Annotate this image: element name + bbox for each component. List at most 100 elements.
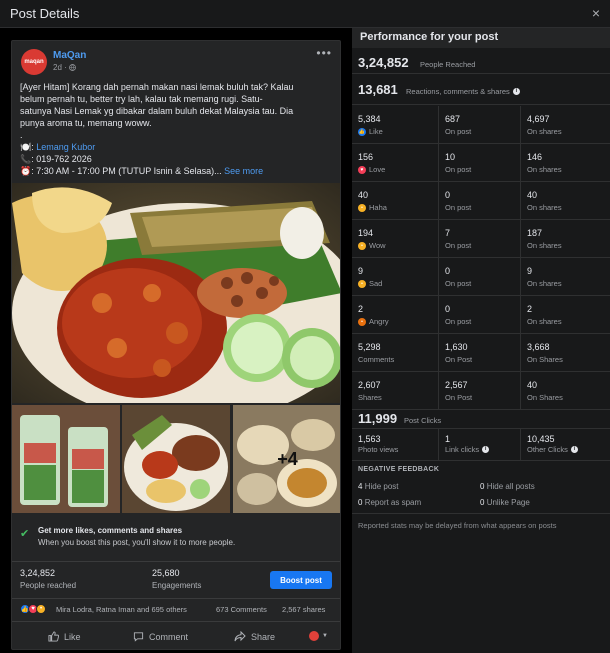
post-actions: Like Comment Share ▼ bbox=[12, 621, 340, 649]
metric-cell-on-shares: 40 On shares bbox=[520, 182, 610, 220]
boost-tip-subtitle: When you boost this post, you'll show it… bbox=[38, 538, 236, 547]
metric-on-post-value: 0 bbox=[445, 190, 451, 200]
metric-cell-on-shares: 3,668 On Shares bbox=[520, 334, 610, 372]
metric-total-value: 5,298 bbox=[358, 342, 381, 352]
shares-count[interactable]: 2,567 shares bbox=[282, 605, 325, 614]
metric-on-shares-value: 2 bbox=[527, 304, 533, 314]
engagements-label: Engagements bbox=[152, 581, 202, 590]
metric-total-label-wrap: Comments bbox=[358, 355, 394, 364]
metric-row: 2,607 Shares 2,567 On Post 40 On Shares bbox=[352, 372, 610, 410]
metric-on-shares-label: On Shares bbox=[527, 393, 563, 402]
info-icon[interactable]: i bbox=[482, 446, 490, 453]
metric-cell-total: 2 • Angry bbox=[352, 296, 436, 334]
metric-on-post-label: On Post bbox=[445, 393, 473, 402]
share-button[interactable]: Share bbox=[234, 631, 275, 642]
metric-cell-total: 2,607 Shares bbox=[352, 372, 436, 410]
metric-total-value: 5,384 bbox=[358, 114, 381, 124]
metric-row: 9 • Sad 0 On post 9 On shares bbox=[352, 258, 610, 296]
metric-on-post-value: 10 bbox=[445, 152, 456, 162]
performance-panel: Performance for your post 3,24,852 Peopl… bbox=[352, 28, 610, 653]
like-label: Like bbox=[64, 631, 81, 642]
reactions-total-label-wrap: Reactions, comments & shares i bbox=[406, 87, 520, 96]
reactions-summary: 👍 ♥ • Mira Lodra, Ratna Iman and 695 oth… bbox=[12, 598, 340, 618]
wow-reaction-icon: • bbox=[36, 604, 46, 614]
other-clicks-label-wrap: Other Clicks i bbox=[527, 445, 578, 454]
metric-on-post-value: 687 bbox=[445, 114, 461, 124]
metric-total-label-wrap: • Angry bbox=[358, 317, 389, 326]
post-thumb-photo[interactable] bbox=[12, 405, 120, 513]
dialog-header: Post Details × bbox=[0, 0, 610, 28]
hide-all-stat: 0 Hide all posts bbox=[480, 482, 535, 491]
info-icon[interactable]: i bbox=[512, 88, 520, 95]
metric-cell-total: 5,384 👍 Like bbox=[352, 106, 436, 144]
wow-emoji-icon: • bbox=[358, 241, 366, 250]
post-main-photo[interactable] bbox=[12, 183, 340, 403]
metric-total-value: 2 bbox=[358, 304, 364, 314]
comment-button[interactable]: Comment bbox=[133, 631, 188, 642]
post-author[interactable]: MaQan bbox=[53, 50, 86, 61]
audience-icon bbox=[309, 631, 319, 641]
post-meta: 2d · bbox=[53, 63, 76, 72]
sad-emoji-icon: • bbox=[358, 279, 366, 288]
dialog-title: Post Details bbox=[10, 6, 80, 21]
hide-post-stat: 4 Hide post bbox=[358, 482, 398, 491]
comment-icon bbox=[133, 632, 144, 642]
metric-on-shares-value: 146 bbox=[527, 152, 543, 162]
panel-header: Performance for your post bbox=[352, 28, 610, 48]
metric-row: 2 • Angry 0 On post 2 On shares bbox=[352, 296, 610, 334]
close-icon[interactable]: × bbox=[592, 5, 600, 21]
link-clicks-label-wrap: Link clicks i bbox=[445, 445, 490, 454]
metric-on-post-value: 0 bbox=[445, 266, 451, 276]
place-link[interactable]: Lemang Kubor bbox=[36, 142, 95, 152]
like-emoji-icon: 👍 bbox=[358, 127, 366, 136]
metric-cell-on-shares: 4,697 On shares bbox=[520, 106, 610, 144]
metric-cell-on-shares: 146 On shares bbox=[520, 144, 610, 182]
metric-total-label: Comments bbox=[358, 355, 395, 364]
share-label: Share bbox=[251, 631, 276, 642]
metric-on-post-label: On post bbox=[445, 203, 472, 212]
metric-row: 194 • Wow 7 On post 187 On shares bbox=[352, 220, 610, 258]
caption-line: . bbox=[20, 130, 23, 140]
metric-on-shares-value: 9 bbox=[527, 266, 533, 276]
metric-on-shares-label: On shares bbox=[527, 241, 562, 250]
reaction-names[interactable]: Mira Lodra, Ratna Iman and 695 others bbox=[56, 605, 187, 614]
post-time[interactable]: 2d · bbox=[53, 63, 69, 72]
metric-total-label: Wow bbox=[369, 241, 386, 250]
metric-on-post-label: On post bbox=[445, 241, 472, 250]
people-reached-row: 3,24,852 People Reached bbox=[352, 50, 610, 74]
post-clicks-label: Post Clicks bbox=[404, 416, 442, 425]
boost-post-button[interactable]: Boost post bbox=[270, 571, 332, 589]
boost-tip-title: Get more likes, comments and shares bbox=[38, 526, 183, 535]
more-options-icon[interactable]: ••• bbox=[316, 46, 332, 60]
like-button[interactable]: Like bbox=[48, 631, 81, 642]
metric-row: 156 ♥ Love 10 On post 146 On shares bbox=[352, 144, 610, 182]
more-photos-thumb[interactable]: +4 bbox=[233, 405, 340, 513]
comments-count[interactable]: 673 Comments bbox=[216, 605, 267, 614]
info-icon[interactable]: i bbox=[570, 446, 578, 453]
caption-line: punya aroma tu, memang woww. bbox=[20, 118, 152, 128]
stats-footnote: Reported stats may be delayed from what … bbox=[358, 521, 557, 530]
metric-on-shares-label: On shares bbox=[527, 317, 562, 326]
caption-line: belum pernah tu, better try lah, kalau t… bbox=[20, 94, 263, 104]
boost-tip: ✔ Get more likes, comments and shares Wh… bbox=[12, 521, 340, 557]
metric-on-post-label: On post bbox=[445, 279, 472, 288]
metric-cell-on-post: 687 On post bbox=[438, 106, 518, 144]
metric-on-shares-label: On shares bbox=[527, 127, 562, 136]
see-more-link[interactable]: See more bbox=[222, 166, 263, 176]
avatar[interactable]: maqan bbox=[21, 49, 47, 75]
post-thumb-photo[interactable] bbox=[122, 405, 230, 513]
metric-cell-total: 194 • Wow bbox=[352, 220, 436, 258]
clicks-breakdown-row: 1,563 Photo views 1 Link clicks i 10,435 … bbox=[352, 429, 610, 461]
audience-selector[interactable]: ▼ bbox=[309, 631, 328, 641]
metric-cell-on-post: 0 On post bbox=[438, 296, 518, 334]
metric-on-shares-value: 4,697 bbox=[527, 114, 550, 124]
metric-on-post-label: On Post bbox=[445, 355, 473, 364]
metric-on-shares-label: On shares bbox=[527, 279, 562, 288]
metric-total-label: Angry bbox=[369, 317, 389, 326]
reaction-icons[interactable]: 👍 ♥ • bbox=[20, 604, 54, 614]
metric-cell-on-post: 10 On post bbox=[438, 144, 518, 182]
photo-views-value: 1,563 bbox=[358, 434, 381, 444]
caption-place-line: 🍽️: Lemang Kubor bbox=[20, 141, 338, 153]
post-clicks-total: 11,999 bbox=[358, 411, 398, 426]
metric-total-value: 156 bbox=[358, 152, 374, 162]
